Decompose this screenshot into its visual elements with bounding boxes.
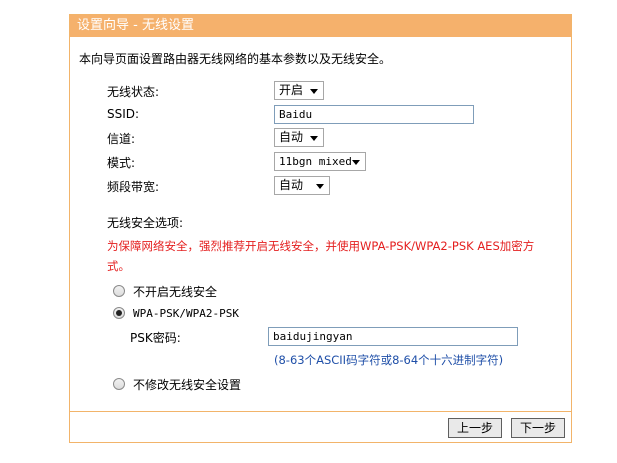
chevron-down-icon [310, 136, 318, 141]
intro-text: 本向导页面设置路由器无线网络的基本参数以及无线安全。 [79, 52, 392, 66]
ssid-label: SSID: [107, 107, 140, 121]
security-wpa-radio[interactable] [113, 307, 125, 319]
chevron-down-icon [316, 184, 324, 189]
security-keep-radio[interactable] [113, 378, 125, 390]
wizard-panel: 设置向导 - 无线设置 本向导页面设置路由器无线网络的基本参数以及无线安全。 无… [69, 14, 572, 443]
channel-label: 信道: [107, 132, 136, 146]
mode-value: 11bgn mixed [279, 155, 352, 168]
psk-hint: (8-63个ASCII码字符或8-64个十六进制字符) [274, 353, 504, 367]
next-button[interactable]: 下一步 [511, 418, 565, 438]
psk-password-input[interactable]: baidujingyan [268, 327, 518, 346]
psk-password-value: baidujingyan [273, 330, 353, 343]
footer-divider [70, 411, 571, 412]
prev-button[interactable]: 上一步 [448, 418, 502, 438]
chevron-down-icon [352, 160, 360, 165]
channel-select[interactable]: 自动 [274, 128, 324, 147]
bandwidth-select[interactable]: 自动 [274, 176, 330, 195]
status-label: 无线状态: [107, 85, 160, 99]
security-wpa-label: WPA-PSK/WPA2-PSK [133, 307, 239, 320]
security-warning-line1: 为保障网络安全，强烈推荐开启无线安全，并使用WPA-PSK/WPA2-PSK A… [107, 239, 535, 253]
psk-label: PSK密码: [130, 331, 181, 345]
chevron-down-icon [310, 89, 318, 94]
ssid-input[interactable]: Baidu [274, 105, 474, 124]
bandwidth-label: 频段带宽: [107, 180, 160, 194]
channel-value: 自动 [279, 130, 304, 144]
mode-select[interactable]: 11bgn mixed [274, 152, 366, 171]
title-bar: 设置向导 - 无线设置 [70, 15, 571, 37]
security-heading: 无线安全选项: [107, 216, 184, 230]
bandwidth-value: 自动 [279, 178, 304, 192]
ssid-value: Baidu [279, 108, 313, 121]
mode-label: 模式: [107, 156, 136, 170]
wireless-status-value: 开启 [279, 83, 304, 97]
security-keep-label: 不修改无线安全设置 [133, 378, 242, 392]
wireless-status-select[interactable]: 开启 [274, 81, 324, 100]
security-off-label: 不开启无线安全 [133, 285, 218, 299]
page-title: 设置向导 - 无线设置 [77, 18, 194, 33]
security-off-radio[interactable] [113, 285, 125, 297]
security-warning-line2: 式。 [107, 259, 130, 273]
